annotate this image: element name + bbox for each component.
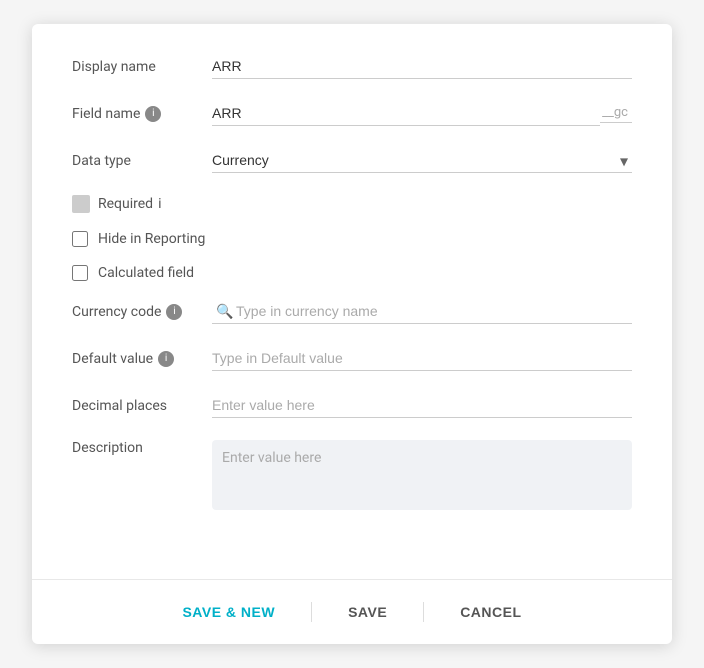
required-label: Required i bbox=[98, 196, 161, 212]
hide-in-reporting-checkbox[interactable] bbox=[72, 231, 88, 247]
currency-code-input[interactable] bbox=[212, 299, 632, 324]
decimal-places-row: Decimal places bbox=[72, 393, 632, 418]
data-type-select[interactable]: Currency Text Number Date Boolean bbox=[212, 148, 632, 173]
currency-code-field: 🔍 bbox=[212, 299, 632, 324]
currency-code-label: Currency code i bbox=[72, 304, 212, 320]
dialog-body: Display name Field name i __gc bbox=[32, 24, 672, 579]
calculated-field-row: Calculated field bbox=[72, 265, 632, 281]
field-name-label: Field name i bbox=[72, 106, 212, 122]
required-row: Required i bbox=[72, 195, 632, 213]
description-field bbox=[212, 440, 632, 514]
calculated-field-label: Calculated field bbox=[98, 265, 194, 281]
calculated-field-checkbox[interactable] bbox=[72, 265, 88, 281]
dialog-footer: SAVE & NEW SAVE CANCEL bbox=[32, 579, 672, 644]
field-name-field: __gc bbox=[212, 101, 632, 126]
data-type-select-wrapper: Currency Text Number Date Boolean ▾ bbox=[212, 148, 632, 173]
currency-code-search-wrapper: 🔍 bbox=[212, 299, 632, 324]
currency-code-info-icon[interactable]: i bbox=[166, 304, 182, 320]
dialog: Display name Field name i __gc bbox=[32, 24, 672, 644]
default-value-input[interactable] bbox=[212, 346, 632, 371]
default-value-field bbox=[212, 346, 632, 371]
field-name-input[interactable] bbox=[212, 101, 600, 126]
decimal-places-input[interactable] bbox=[212, 393, 632, 418]
display-name-label: Display name bbox=[72, 59, 212, 75]
save-new-button[interactable]: SAVE & NEW bbox=[170, 596, 287, 628]
data-type-field: Currency Text Number Date Boolean ▾ bbox=[212, 148, 632, 173]
display-name-input[interactable] bbox=[212, 54, 632, 79]
default-value-row: Default value i bbox=[72, 346, 632, 371]
default-value-label: Default value i bbox=[72, 351, 212, 367]
decimal-places-label: Decimal places bbox=[72, 398, 212, 414]
description-label: Description bbox=[72, 440, 212, 456]
required-checkbox[interactable] bbox=[72, 195, 90, 213]
display-name-row: Display name bbox=[72, 54, 632, 79]
data-type-label: Data type bbox=[72, 153, 212, 169]
field-name-suffix: __gc bbox=[600, 105, 632, 123]
decimal-places-field bbox=[212, 393, 632, 418]
display-name-field bbox=[212, 54, 632, 79]
search-icon: 🔍 bbox=[216, 304, 233, 320]
description-row: Description bbox=[72, 440, 632, 514]
description-textarea[interactable] bbox=[212, 440, 632, 510]
save-button[interactable]: SAVE bbox=[336, 596, 399, 628]
footer-divider bbox=[311, 602, 312, 622]
field-name-input-row: __gc bbox=[212, 101, 632, 126]
hide-in-reporting-label: Hide in Reporting bbox=[98, 231, 205, 247]
default-value-info-icon[interactable]: i bbox=[158, 351, 174, 367]
required-info-icon[interactable]: i bbox=[158, 196, 161, 212]
data-type-row: Data type Currency Text Number Date Bool… bbox=[72, 148, 632, 173]
currency-code-row: Currency code i 🔍 bbox=[72, 299, 632, 324]
field-name-info-icon[interactable]: i bbox=[145, 106, 161, 122]
field-name-row: Field name i __gc bbox=[72, 101, 632, 126]
cancel-button[interactable]: CANCEL bbox=[448, 596, 533, 628]
footer-divider-2 bbox=[423, 602, 424, 622]
hide-in-reporting-row: Hide in Reporting bbox=[72, 231, 632, 247]
